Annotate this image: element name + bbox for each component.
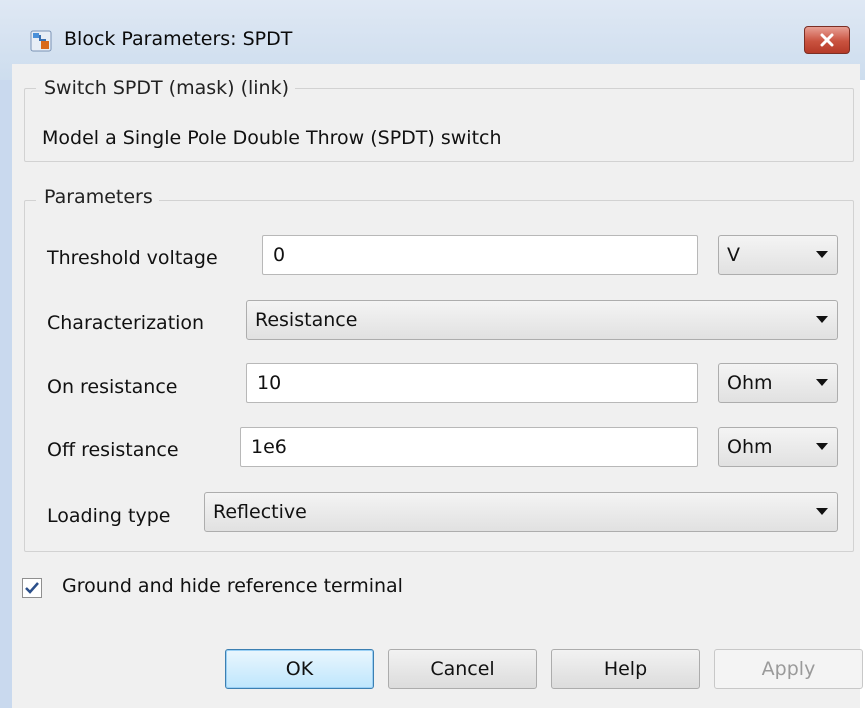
on-resistance-unit-select[interactable]: Ohm: [718, 363, 838, 403]
threshold-voltage-label: Threshold voltage: [47, 247, 218, 269]
characterization-value: Resistance: [255, 309, 358, 331]
chevron-down-icon: [807, 301, 837, 339]
ground-checkbox[interactable]: [22, 578, 42, 598]
off-resistance-label: Off resistance: [47, 439, 179, 461]
loading-type-value: Reflective: [213, 501, 307, 523]
parameters-group-title: Parameters: [36, 186, 159, 208]
description-group: [24, 88, 854, 162]
chevron-down-icon: [807, 428, 837, 466]
characterization-select[interactable]: Resistance: [246, 300, 838, 340]
help-button[interactable]: Help: [551, 649, 700, 689]
threshold-voltage-value: 0: [273, 244, 286, 266]
window-title: Block Parameters: SPDT: [64, 28, 293, 50]
checkmark-icon: [25, 579, 39, 598]
close-icon: [819, 33, 835, 47]
ok-button[interactable]: OK: [225, 649, 374, 689]
chevron-down-icon: [807, 364, 837, 402]
on-resistance-input[interactable]: 10: [246, 363, 698, 403]
on-resistance-label: On resistance: [47, 376, 178, 398]
description-group-title: Switch SPDT (mask) (link): [36, 77, 295, 99]
close-button[interactable]: [804, 26, 850, 54]
threshold-voltage-unit-select[interactable]: V: [718, 235, 838, 275]
ground-checkbox-label[interactable]: Ground and hide reference terminal: [62, 575, 403, 597]
on-resistance-unit: Ohm: [727, 372, 773, 394]
loading-type-label: Loading type: [47, 505, 171, 527]
on-resistance-value: 10: [257, 372, 282, 394]
off-resistance-unit-select[interactable]: Ohm: [718, 427, 838, 467]
cancel-button[interactable]: Cancel: [388, 649, 537, 689]
simulink-block-icon: [30, 30, 52, 52]
apply-button[interactable]: Apply: [714, 649, 863, 689]
off-resistance-input[interactable]: 1e6: [240, 427, 698, 467]
off-resistance-value: 1e6: [251, 436, 287, 458]
characterization-label: Characterization: [47, 312, 205, 334]
description-text: Model a Single Pole Double Throw (SPDT) …: [42, 127, 502, 149]
off-resistance-unit: Ohm: [727, 436, 773, 458]
threshold-voltage-input[interactable]: 0: [262, 235, 698, 275]
loading-type-select[interactable]: Reflective: [204, 492, 838, 532]
chevron-down-icon: [807, 493, 837, 531]
chevron-down-icon: [807, 236, 837, 274]
dialog-client: Switch SPDT (mask) (link) Model a Single…: [12, 64, 860, 708]
threshold-voltage-unit: V: [727, 244, 740, 266]
